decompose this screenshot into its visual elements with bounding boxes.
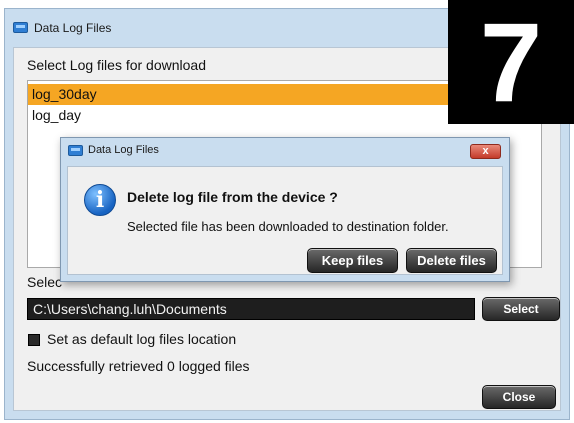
- app-icon: [13, 22, 28, 33]
- delete-files-button[interactable]: Delete files: [406, 248, 497, 273]
- info-icon: i: [84, 184, 116, 216]
- close-button[interactable]: Close: [482, 385, 556, 409]
- step-number-badge: 7: [448, 0, 574, 125]
- destination-label: Selec: [27, 274, 63, 290]
- select-folder-button[interactable]: Select: [482, 297, 560, 321]
- dialog-close-icon[interactable]: x: [470, 144, 501, 159]
- select-log-files-label: Select Log files for download: [27, 57, 206, 73]
- dialog-body: i Delete log file from the device ? Sele…: [67, 166, 503, 275]
- default-location-label: Set as default log files location: [47, 331, 237, 347]
- dialog-heading: Delete log file from the device ?: [127, 189, 338, 205]
- dialog-app-icon: [68, 145, 83, 156]
- delete-confirm-dialog: Data Log Files x i Delete log file from …: [60, 137, 510, 282]
- dialog-message: Selected file has been downloaded to des…: [127, 219, 449, 234]
- default-location-checkbox[interactable]: [28, 334, 40, 346]
- destination-path-field[interactable]: C:\Users\chang.luh\Documents: [27, 298, 475, 320]
- dialog-title: Data Log Files: [88, 144, 159, 156]
- keep-files-button[interactable]: Keep files: [307, 248, 398, 273]
- status-text: Successfully retrieved 0 logged files: [27, 358, 250, 374]
- window-title: Data Log Files: [34, 21, 112, 35]
